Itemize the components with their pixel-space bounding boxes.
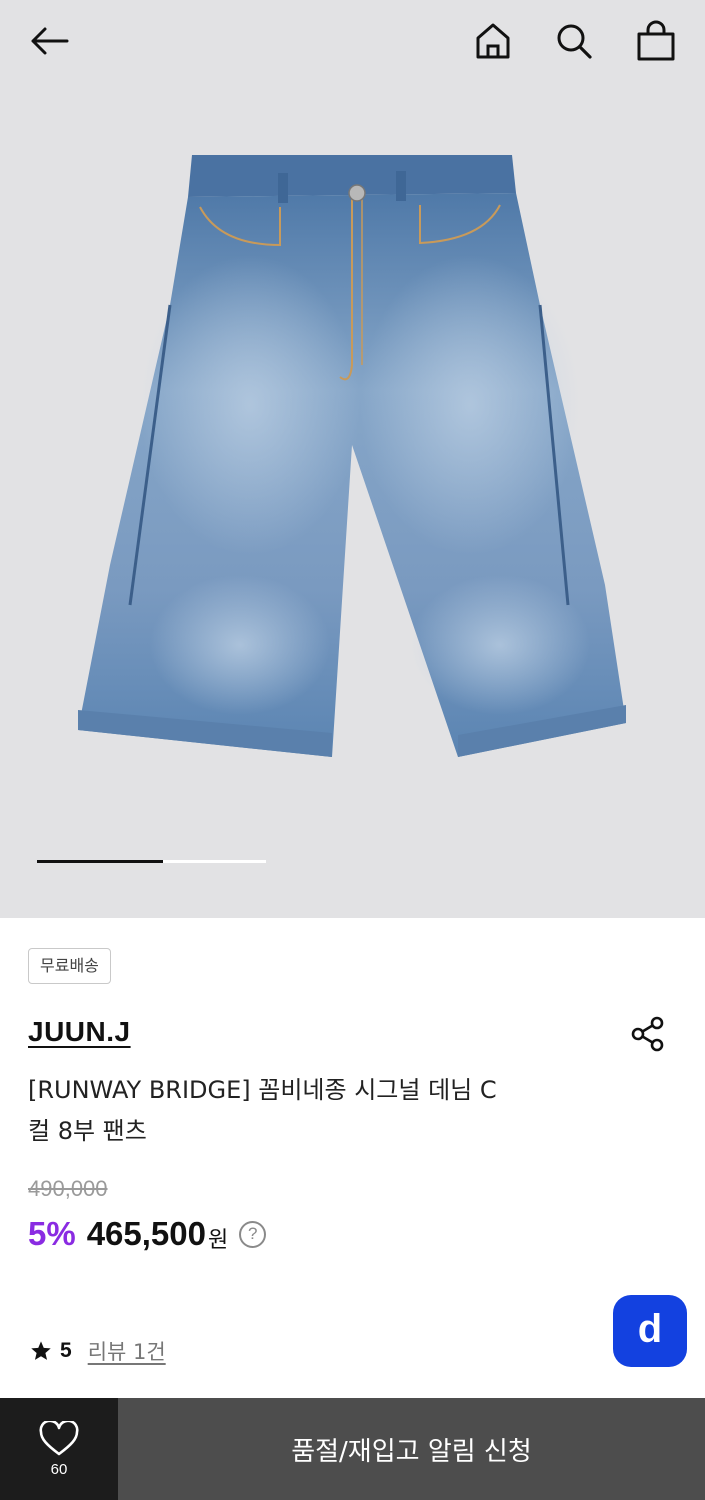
shopping-bag-icon — [637, 20, 675, 61]
product-image — [78, 155, 626, 757]
restock-notify-button[interactable]: 품절/재입고 알림 신청 — [118, 1398, 705, 1500]
free-shipping-badge: 무료배송 — [28, 948, 111, 984]
gallery-progress-fill — [37, 860, 163, 863]
floating-d-button[interactable]: d — [613, 1295, 687, 1367]
share-button[interactable] — [626, 1012, 670, 1056]
review-link[interactable]: 리뷰 1건 — [88, 1336, 166, 1366]
star-icon — [31, 1341, 51, 1360]
top-navigation — [0, 0, 705, 86]
original-price: 490,000 — [28, 1176, 108, 1201]
arrow-left-icon — [31, 27, 69, 55]
currency-unit: 원 — [208, 1228, 229, 1253]
heart-icon — [39, 1420, 79, 1455]
bottom-action-bar: 60 품절/재입고 알림 신청 — [0, 1398, 705, 1500]
rating-score: 5 — [60, 1339, 72, 1362]
search-button[interactable] — [551, 18, 597, 64]
product-title-line1: [RUNWAY BRIDGE] 꼼비네종 시그널 데님 C — [28, 1076, 497, 1104]
sale-price: 465,500 — [86, 1215, 206, 1252]
back-button[interactable] — [26, 18, 72, 64]
cart-button[interactable] — [633, 18, 679, 64]
brand-link[interactable]: JUUN.J — [28, 1016, 131, 1048]
like-count: 60 — [50, 1460, 68, 1478]
home-button[interactable] — [470, 18, 516, 64]
product-title: [RUNWAY BRIDGE] 꼼비네종 시그널 데님 C 컬 8부 팬츠 — [28, 1070, 588, 1152]
product-gallery[interactable] — [0, 0, 705, 918]
d-logo-icon: d — [637, 1307, 663, 1351]
share-icon — [631, 1016, 664, 1052]
like-button[interactable]: 60 — [0, 1398, 118, 1500]
search-icon — [557, 24, 592, 59]
price-help-icon[interactable]: ? — [239, 1220, 267, 1248]
product-title-line2: 컬 8부 팬츠 — [28, 1117, 147, 1145]
rating-summary: 5 리뷰 1건 — [30, 1336, 166, 1366]
product-info: 무료배송 JUUN.J [RUNWAY BRIDGE] 꼼비네종 시그널 데님 … — [0, 918, 705, 1398]
gallery-progress — [37, 860, 266, 863]
price-row: 5% 465,500 원 ? — [28, 1214, 267, 1254]
home-icon — [476, 23, 510, 59]
discount-rate: 5% — [28, 1215, 76, 1252]
